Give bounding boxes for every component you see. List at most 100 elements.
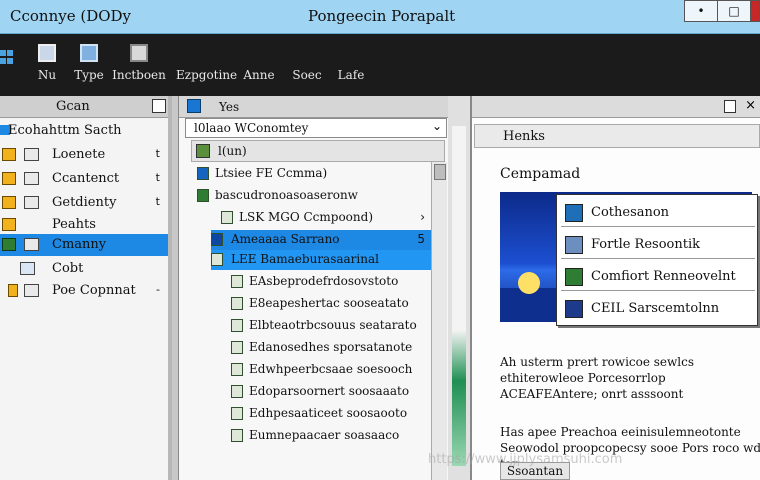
context-menu-label: CEIL Sarscemtolnn — [591, 301, 720, 316]
nav-item-cmanny[interactable]: Cmanny — [0, 234, 168, 256]
tab-henks[interactable]: Henks — [474, 124, 760, 148]
expand-icon[interactable]: t — [156, 171, 160, 184]
list-item[interactable]: Elbteaotrbcsouus seatarato — [191, 316, 431, 336]
folder-icon — [2, 218, 16, 231]
file-icon — [231, 363, 243, 376]
expand-icon[interactable]: t — [156, 147, 160, 160]
toolbar-button-inctboen[interactable]: Inctboen — [112, 40, 166, 82]
pane-divider[interactable] — [448, 96, 470, 480]
file-icon — [197, 167, 209, 180]
title-bar: Cconnye (DODy Pongeecin Porapalt • □ — [0, 0, 760, 34]
list-item-label: Edwhpeerbcsaae soesooch — [249, 362, 413, 376]
document-icon — [24, 196, 39, 209]
folder-icon — [2, 172, 16, 185]
close-icon[interactable]: × — [745, 98, 756, 113]
list-item-selected[interactable]: Ameaaaa Sarrano 5 — [211, 230, 431, 250]
context-menu-item[interactable]: Cothesanon — [561, 199, 755, 227]
list-item[interactable]: LSK MGO Ccmpoond) › — [191, 208, 431, 228]
expand-icon[interactable]: t — [156, 195, 160, 208]
maximize-button[interactable]: □ — [717, 0, 751, 22]
context-menu-label: Fortle Resoontik — [591, 237, 700, 252]
list-item-label: Edanosedhes sporsatanote — [249, 340, 413, 354]
list-item[interactable]: Edhpesaaticeet soosaooto — [191, 404, 431, 424]
window-title: Pongeecin Porapalt — [308, 7, 456, 25]
document-icon — [80, 44, 98, 62]
list-item-selected[interactable]: LEE Bamaeburasaarinal — [211, 250, 431, 270]
toolbar-button-ezpgotine[interactable]: Ezpgotine — [176, 40, 238, 82]
chevron-right-icon: › — [420, 210, 425, 224]
list-item[interactable]: Ltsiee FE Ccmma) — [191, 164, 431, 184]
nav-item-label: Cmanny — [52, 237, 107, 252]
list-item-label: Elbteaotrbcsouus seatarato — [249, 318, 417, 332]
minimize-button[interactable]: • — [684, 0, 718, 22]
nav-item-label: Ccantenct — [52, 171, 120, 186]
file-icon — [231, 319, 243, 332]
section-heading: Cempamad — [500, 166, 581, 182]
tab-label: Henks — [503, 129, 545, 144]
expand-icon[interactable]: - — [156, 283, 160, 296]
list-item[interactable]: EAsbeprodefrdosovstoto — [191, 272, 431, 292]
restore-icon[interactable] — [724, 100, 736, 113]
list-item-label: Edoparsoornert soosaaato — [249, 384, 410, 398]
nav-pane-title: Gcan — [56, 99, 90, 114]
watermark-text: https://www.jjplysamsuhi.com — [428, 452, 623, 467]
nav-item-ccantenct[interactable]: Ccantenct t — [0, 168, 168, 190]
list-item[interactable]: Eumnepaacaer soasaaco — [191, 426, 431, 446]
folder-icon — [8, 284, 18, 297]
nav-item-loenete[interactable]: Loenete t — [0, 144, 168, 166]
toolbar-label: Inctboen — [112, 68, 166, 82]
sun-shape — [518, 272, 540, 294]
view-icon[interactable] — [187, 99, 201, 113]
nav-item-poe-copnnat[interactable]: Poe Copnnat - — [0, 280, 168, 302]
folder-icon — [2, 238, 16, 251]
list-scrollbar[interactable] — [431, 162, 447, 480]
file-icon — [197, 189, 209, 202]
file-icon — [231, 429, 243, 442]
close-button[interactable] — [750, 0, 760, 22]
list-item[interactable]: Edoparsoornert soosaaato — [191, 382, 431, 402]
address-bar[interactable]: l0laao WConomtey ⌄ — [185, 118, 447, 138]
folder-icon — [38, 44, 56, 62]
list-item-label: LEE Bamaeburasaarinal — [231, 252, 379, 266]
folder-icon — [196, 144, 210, 158]
nav-item-search[interactable]: Ecohahttm Sacth — [0, 120, 168, 142]
nav-item-label: Getdienty — [52, 195, 117, 210]
list-item[interactable]: Edwhpeerbcsaae soesooch — [191, 360, 431, 380]
scrollbar-thumb[interactable] — [434, 164, 446, 180]
context-menu-item[interactable]: Fortle Resoontik — [561, 231, 755, 259]
nav-pane-header: Gcan — [0, 96, 168, 118]
folder-icon — [2, 148, 16, 161]
start-menu-icon[interactable] — [0, 48, 14, 78]
window-icon — [130, 44, 148, 62]
toolbar-button-lafe[interactable]: Lafe — [324, 40, 378, 82]
nav-item-peahts[interactable]: Peahts — [0, 214, 168, 236]
toolbar-button-anne[interactable]: Anne — [232, 40, 286, 82]
nav-item-getdienty[interactable]: Getdienty t — [0, 192, 168, 214]
breadcrumb-label: l(un) — [218, 144, 247, 158]
context-menu-item[interactable]: Comfiort Renneovelnt — [561, 263, 755, 291]
document-icon — [24, 172, 39, 185]
address-text: l0laao WConomtey — [194, 121, 309, 135]
list-item[interactable]: bascudronoasoaseronw — [191, 186, 431, 206]
chevron-down-icon[interactable]: ⌄ — [432, 119, 442, 133]
breadcrumb[interactable]: l(un) — [191, 140, 445, 162]
app-icon — [565, 268, 583, 286]
pane-options-button[interactable] — [152, 99, 166, 113]
toolbar-button-type[interactable]: Type — [62, 40, 116, 82]
nav-item-label: Peahts — [52, 217, 96, 232]
toolbar-label: Ezpgotine — [176, 68, 238, 82]
context-menu-label: Comfiort Renneovelnt — [591, 269, 736, 284]
list-item-badge: 5 — [417, 232, 425, 246]
nav-item-label: Cobt — [52, 261, 84, 276]
file-icon — [211, 233, 223, 246]
file-icon — [231, 297, 243, 310]
nav-item-cobt[interactable]: Cobt — [0, 258, 168, 280]
preview-header: × — [472, 96, 760, 118]
document-icon — [20, 262, 35, 275]
list-pane-title: Yes — [219, 100, 240, 114]
nav-item-label: Loenete — [52, 147, 106, 162]
context-menu-item[interactable]: CEIL Sarscemtolnn — [561, 295, 755, 323]
description-paragraph: Ah usterm prert rowicoe sewlcs ethiterow… — [500, 355, 695, 401]
list-item[interactable]: Edanosedhes sporsatanote — [191, 338, 431, 358]
list-item[interactable]: E8eapeshertac sooseatato — [191, 294, 431, 314]
